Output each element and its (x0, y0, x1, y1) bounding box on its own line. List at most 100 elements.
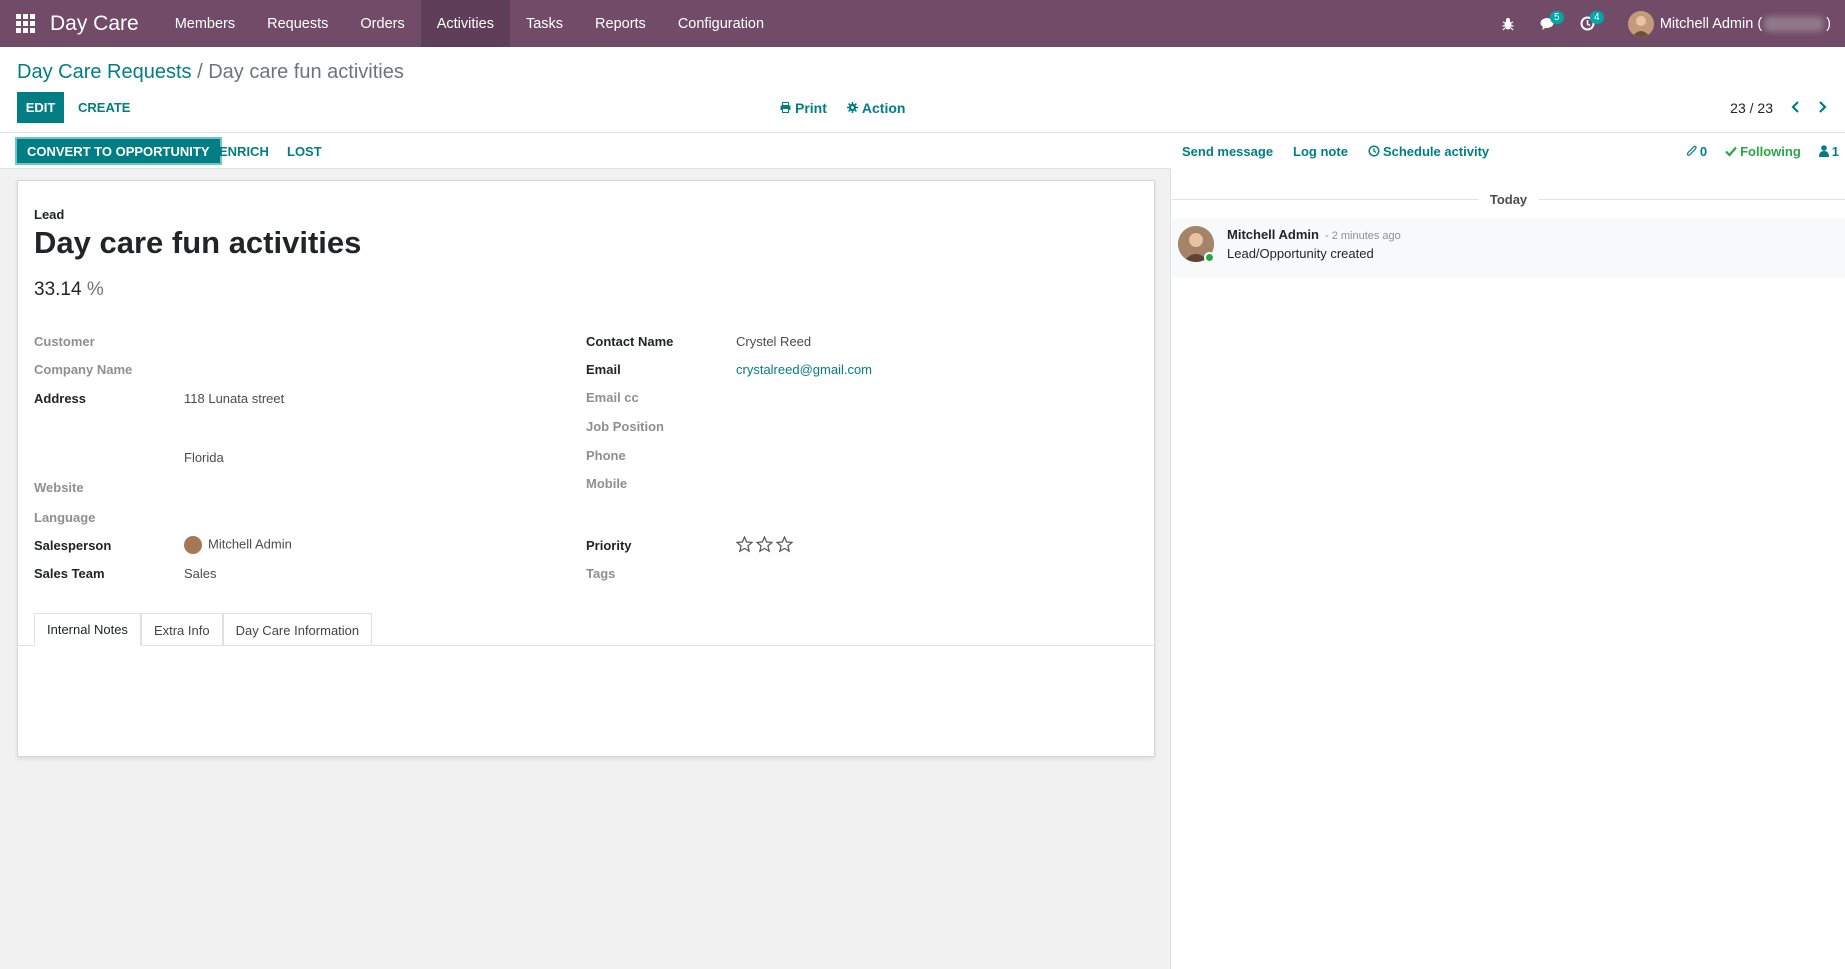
breadcrumb: Day Care Requests / Day care fun activit… (17, 61, 404, 84)
record-type-label: Lead (34, 207, 65, 222)
salesperson-label: Salesperson (34, 538, 112, 553)
tab-internal-notes[interactable]: Internal Notes (34, 613, 141, 646)
lost-button[interactable]: LOST (287, 137, 322, 165)
priority-star-1-icon[interactable] (736, 536, 753, 553)
record-actions: Print Action (780, 92, 925, 123)
breadcrumb-current: Day care fun activities (208, 61, 404, 83)
clock-icon (1368, 145, 1380, 157)
message-date: - 2 minutes ago (1324, 230, 1401, 242)
pager-previous-icon[interactable] (1791, 100, 1800, 116)
date-separator: Today (1172, 189, 1845, 209)
navbar-systray: 5 4 Mitchell Admin ( ) (1484, 0, 1845, 47)
send-message-button[interactable]: Send message (1182, 144, 1273, 159)
tab-divider (18, 645, 1156, 646)
following-button[interactable]: Following (1725, 144, 1801, 159)
followers-button[interactable]: 1 (1818, 144, 1839, 159)
messages-badge: 5 (1549, 11, 1564, 24)
tags-label: Tags (586, 566, 616, 581)
menu-item-activities[interactable]: Activities (420, 0, 510, 47)
breadcrumb-parent[interactable]: Day Care Requests (17, 61, 192, 83)
enrich-button[interactable]: ENRICH (219, 137, 269, 165)
sales-team-label: Sales Team (34, 566, 105, 581)
message-body: Lead/Opportunity created (1227, 246, 1374, 261)
menu-item-requests[interactable]: Requests (251, 0, 344, 47)
salesperson-avatar (184, 536, 202, 554)
form-view: CONVERT TO OPPORTUNITY ENRICH LOST Lead … (0, 133, 1171, 969)
log-note-button[interactable]: Log note (1293, 144, 1348, 159)
record-title: Day care fun activities (34, 225, 362, 260)
date-separator-label: Today (1489, 191, 1528, 207)
main-menu: Members Requests Orders Activities Tasks… (159, 0, 780, 47)
customer-label: Customer (34, 334, 95, 349)
action-button[interactable]: Action (846, 99, 906, 116)
probability-value: 33.14 (34, 279, 82, 300)
app-brand[interactable]: Day Care (50, 12, 139, 36)
menu-item-tasks[interactable]: Tasks (510, 0, 579, 47)
chatter-topbar: Send message Log note Schedule activity … (1172, 133, 1845, 169)
breadcrumb-separator: / (191, 61, 209, 83)
email-value[interactable]: crystalreed@gmail.com (736, 362, 872, 377)
bug-icon[interactable] (1492, 0, 1524, 47)
schedule-activity-label: Schedule activity (1382, 143, 1490, 159)
paperclip-icon (1686, 145, 1697, 156)
activities-badge: 4 (1589, 11, 1604, 24)
website-label: Website (34, 480, 84, 495)
address-label: Address (34, 391, 87, 406)
salesperson-name: Mitchell Admin (208, 536, 292, 552)
control-panel: Day Care Requests / Day care fun activit… (0, 47, 1845, 133)
email-cc-label: Email cc (586, 390, 639, 405)
check-icon (1725, 146, 1737, 157)
menu-item-reports[interactable]: Reports (579, 0, 662, 47)
sales-team-value[interactable]: Sales (184, 566, 217, 581)
activities-clock-icon[interactable]: 4 (1572, 0, 1604, 47)
online-status-icon (1204, 252, 1215, 263)
form-sheet: Lead Day care fun activities 33.14 % Cus… (17, 180, 1156, 757)
priority-star-2-icon[interactable] (756, 536, 773, 553)
gear-icon (846, 102, 858, 113)
priority-star-3-icon[interactable] (776, 536, 793, 553)
menu-item-orders[interactable]: Orders (344, 0, 420, 47)
chatter-message: Mitchell Admin - 2 minutes ago Lead/Oppor… (1172, 219, 1845, 277)
create-button[interactable]: CREATE (78, 92, 130, 123)
address-street-value: 118 Lunata street (184, 391, 285, 406)
schedule-activity-button[interactable]: Schedule activity (1368, 144, 1489, 159)
probability: 33.14 % (34, 279, 104, 301)
probability-unit: % (86, 279, 104, 300)
tab-day-care-information[interactable]: Day Care Information (222, 613, 373, 646)
language-label: Language (34, 510, 96, 525)
contact-name-label: Contact Name (586, 334, 674, 349)
job-position-label: Job Position (586, 419, 664, 434)
edit-button[interactable]: EDIT (17, 92, 64, 123)
phone-label: Phone (586, 448, 626, 463)
apps-menu-icon[interactable] (0, 0, 50, 47)
tab-extra-info[interactable]: Extra Info (140, 613, 223, 646)
menu-item-members[interactable]: Members (159, 0, 251, 47)
print-icon (780, 102, 791, 113)
pager-next-icon[interactable] (1818, 100, 1827, 116)
attachments-button[interactable]: 0 (1686, 144, 1707, 159)
user-avatar (1627, 10, 1654, 37)
top-navbar: Day Care Members Requests Orders Activit… (0, 0, 1845, 47)
mobile-label: Mobile (586, 476, 628, 491)
priority-label: Priority (586, 538, 632, 553)
pager: 23 / 23 (1730, 92, 1827, 123)
pager-value[interactable]: 23 / 23 (1730, 100, 1773, 116)
company-name-label: Company Name (34, 362, 133, 377)
message-author-name[interactable]: Mitchell Admin (1227, 227, 1319, 242)
following-label: Following (1740, 143, 1801, 159)
chatter: Send message Log note Schedule activity … (1172, 133, 1845, 969)
priority-stars (736, 536, 796, 553)
form-statusbar: CONVERT TO OPPORTUNITY ENRICH LOST (0, 133, 1171, 169)
messages-icon[interactable]: 5 (1532, 0, 1564, 47)
print-button[interactable]: Print (780, 100, 827, 116)
action-label: Action (861, 99, 906, 116)
user-db-blurred (1764, 15, 1825, 32)
attachments-count: 0 (1699, 143, 1708, 159)
user-icon (1818, 145, 1829, 157)
message-author: Mitchell Admin - 2 minutes ago (1227, 227, 1401, 242)
salesperson-value[interactable]: Mitchell Admin (184, 536, 292, 554)
convert-to-opportunity-button[interactable]: CONVERT TO OPPORTUNITY (15, 137, 222, 165)
menu-item-configuration[interactable]: Configuration (662, 0, 780, 47)
address-state-value: Florida (184, 450, 224, 465)
user-menu[interactable]: Mitchell Admin ( ) (1627, 10, 1831, 37)
